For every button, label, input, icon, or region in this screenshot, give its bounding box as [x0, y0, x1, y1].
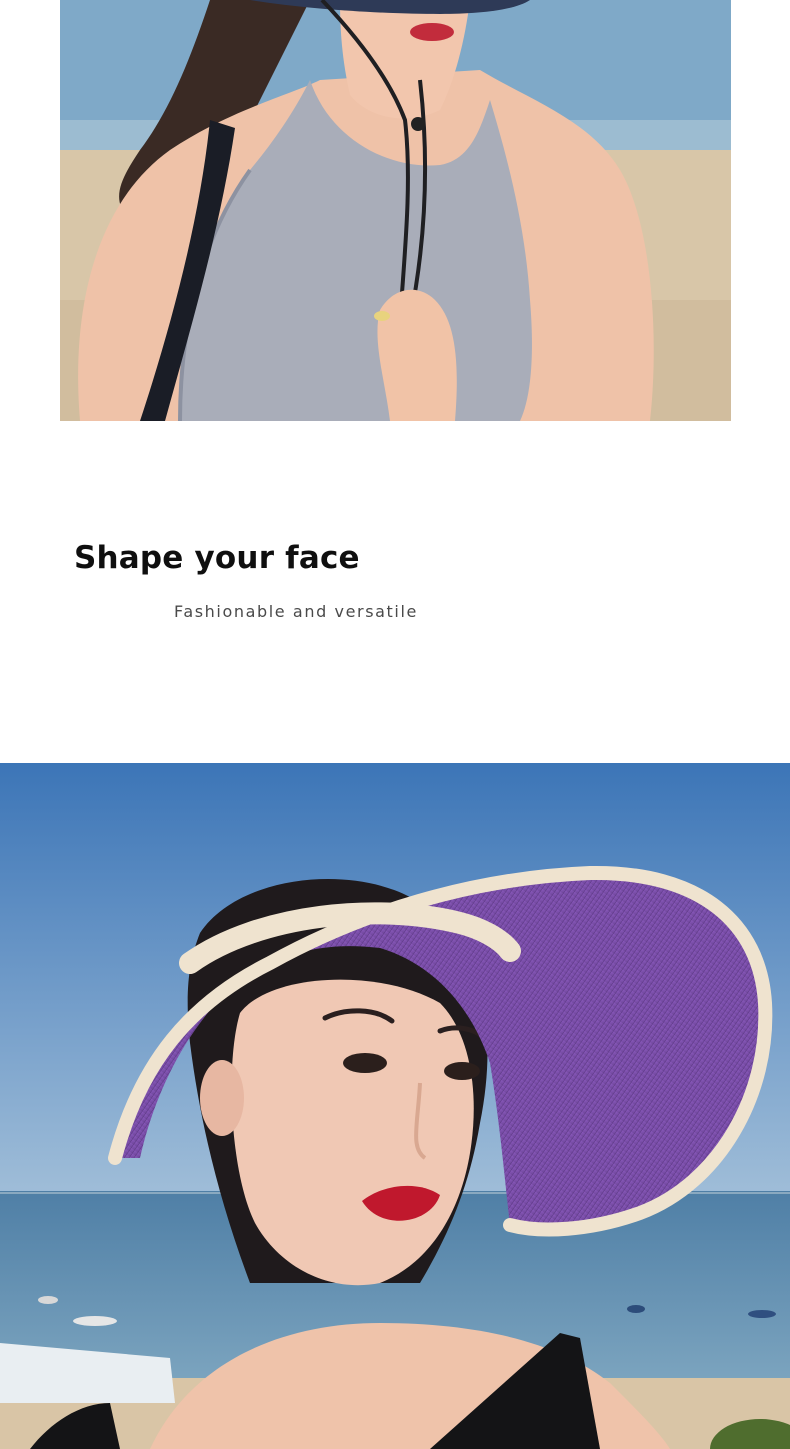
boat — [627, 1305, 645, 1313]
eye-right — [444, 1062, 480, 1080]
bottom-product-photo — [0, 763, 790, 1449]
eye-left — [343, 1053, 387, 1073]
lips — [410, 23, 454, 41]
headline-subtitle: Fashionable and versatile — [174, 602, 418, 621]
beach-model-tank-top-photo — [60, 0, 731, 421]
cord-toggle — [411, 117, 425, 131]
boat — [748, 1310, 776, 1318]
boat — [38, 1296, 58, 1304]
fingernail — [374, 311, 390, 321]
headline-title: Shape your face — [74, 540, 360, 576]
top-product-photo — [60, 0, 731, 421]
ear — [200, 1060, 244, 1136]
boat — [73, 1316, 117, 1326]
beach-model-visor-hat-photo — [0, 763, 790, 1449]
